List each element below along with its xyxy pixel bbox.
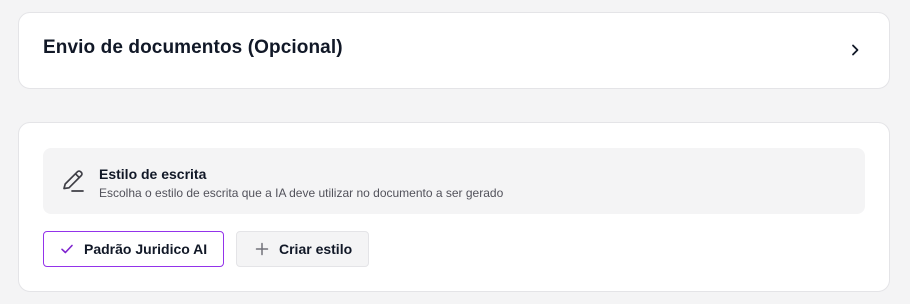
pencil-icon [63,170,84,192]
chevron-right-icon[interactable] [847,42,863,58]
create-style-label: Criar estilo [279,241,353,257]
writing-style-description: Escolha o estilo de escrita que a IA dev… [99,186,504,200]
create-style-button[interactable]: Criar estilo [236,231,369,267]
style-option-label: Padrão Juridico AI [84,241,208,257]
style-option-padrao-juridico-button[interactable]: Padrão Juridico AI [43,231,224,267]
writing-style-section: Estilo de escrita Escolha o estilo de es… [18,122,890,292]
documents-section-title: Envio de documentos (Opcional) [43,37,343,58]
check-icon [61,244,73,254]
writing-style-title: Estilo de escrita [99,166,207,182]
documents-upload-section[interactable]: Envio de documentos (Opcional) [18,12,890,89]
writing-style-info: Estilo de escrita Escolha o estilo de es… [43,148,865,214]
plus-icon [255,242,269,256]
